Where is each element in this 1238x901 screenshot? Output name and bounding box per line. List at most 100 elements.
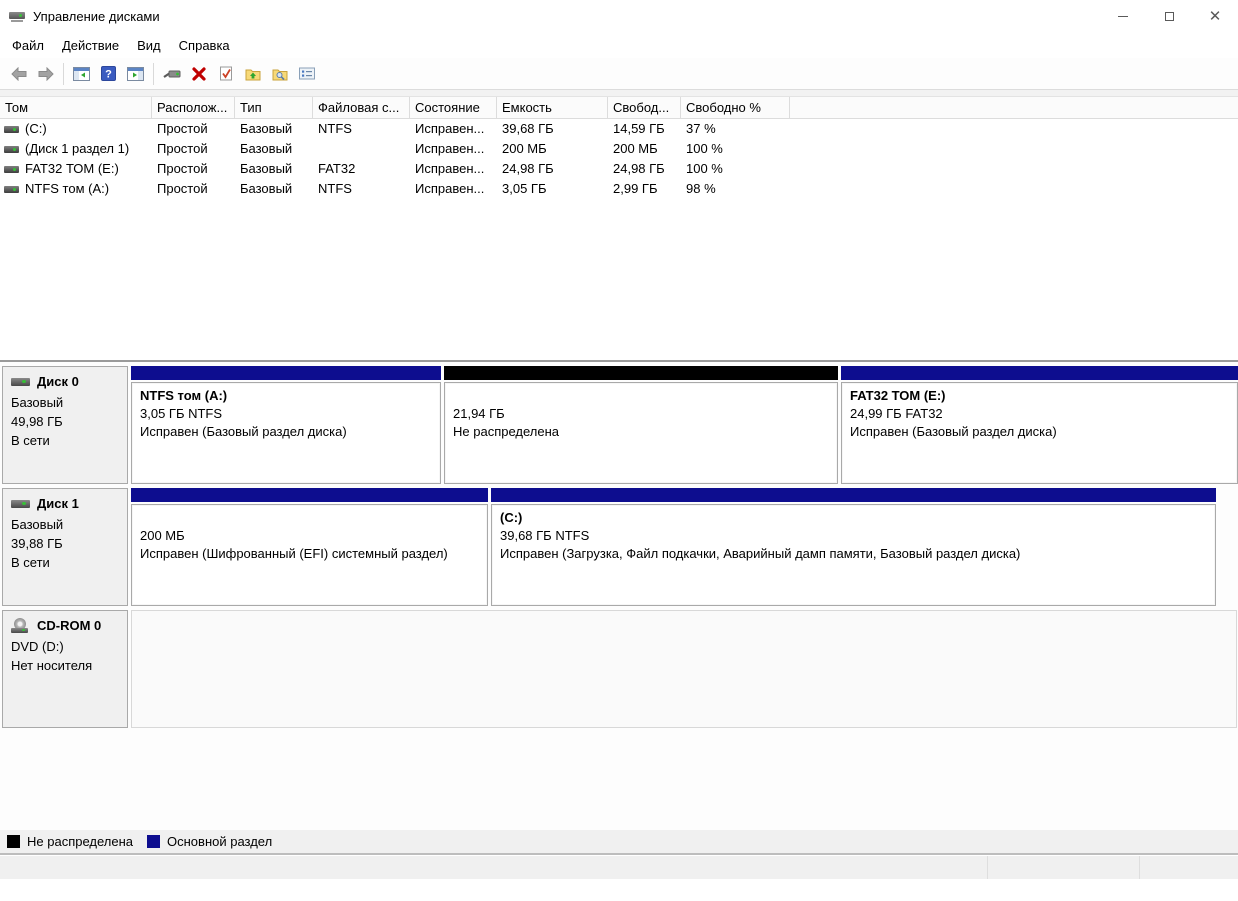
partition-body[interactable]: 200 МБ Исправен (Шифрованный (EFI) систе… xyxy=(131,504,488,606)
forward-button[interactable] xyxy=(32,61,59,86)
column-header-free[interactable]: Свобод... xyxy=(608,97,681,119)
fs-cell[interactable]: FAT32 xyxy=(313,159,410,179)
legend-bar: Не распределена Основной раздел xyxy=(0,830,1238,855)
volume-cell[interactable]: (C:) xyxy=(0,119,152,139)
show-console-tree-button[interactable] xyxy=(68,61,95,86)
partition-status: Исправен (Шифрованный (EFI) системный ра… xyxy=(140,545,479,563)
type-cell[interactable]: Базовый xyxy=(235,119,313,139)
menu-file[interactable]: Файл xyxy=(3,35,53,56)
layout-cell[interactable]: Простой xyxy=(152,159,235,179)
capacity-cell[interactable]: 200 МБ xyxy=(497,139,608,159)
volume-list-header: Том Располож... Тип Файловая с... Состоя… xyxy=(0,97,1238,119)
partition-body[interactable]: NTFS том (A:) 3,05 ГБ NTFS Исправен (Баз… xyxy=(131,382,441,484)
partition-color-bar xyxy=(491,488,1216,502)
help-icon: ? xyxy=(101,66,116,81)
check-page-button[interactable] xyxy=(212,61,239,86)
capacity-cell[interactable]: 3,05 ГБ xyxy=(497,179,608,199)
type-cell[interactable]: Базовый xyxy=(235,159,313,179)
partition-title xyxy=(453,387,829,405)
free-pct-cell[interactable]: 37 % xyxy=(681,119,790,139)
table-row[interactable]: (C:) Простой Базовый NTFS Исправен... 39… xyxy=(0,119,1238,139)
show-action-pane-button[interactable] xyxy=(122,61,149,86)
layout-cell[interactable]: Простой xyxy=(152,119,235,139)
maximize-button[interactable] xyxy=(1146,0,1192,32)
delete-volume-button[interactable] xyxy=(185,61,212,86)
status-cell[interactable]: Исправен... xyxy=(410,179,497,199)
rescan-disks-button[interactable] xyxy=(158,61,185,86)
disk-icon xyxy=(11,500,30,508)
table-row[interactable]: FAT32 ТОМ (E:) Простой Базовый FAT32 Исп… xyxy=(0,159,1238,179)
menu-view[interactable]: Вид xyxy=(128,35,170,56)
status-cell[interactable]: Исправен... xyxy=(410,159,497,179)
partition-fat32-e[interactable]: FAT32 ТОМ (E:) 24,99 ГБ FAT32 Исправен (… xyxy=(841,366,1238,484)
partition-ntfs-a[interactable]: NTFS том (A:) 3,05 ГБ NTFS Исправен (Баз… xyxy=(131,366,441,484)
close-button[interactable]: ✕ xyxy=(1192,0,1238,32)
column-header-layout[interactable]: Располож... xyxy=(152,97,235,119)
type-cell[interactable]: Базовый xyxy=(235,139,313,159)
partition-status: Исправен (Базовый раздел диска) xyxy=(140,423,432,441)
volume-name: FAT32 ТОМ (E:) xyxy=(25,159,119,179)
status-cell[interactable]: Исправен... xyxy=(410,119,497,139)
capacity-cell[interactable]: 39,68 ГБ xyxy=(497,119,608,139)
filler-cell xyxy=(790,179,1238,199)
partition-body[interactable]: FAT32 ТОМ (E:) 24,99 ГБ FAT32 Исправен (… xyxy=(841,382,1238,484)
free-pct-cell[interactable]: 98 % xyxy=(681,179,790,199)
partition-unallocated[interactable]: 21,94 ГБ Не распределена xyxy=(444,366,838,484)
column-header-fs[interactable]: Файловая с... xyxy=(313,97,410,119)
layout-cell[interactable]: Простой xyxy=(152,139,235,159)
column-header-capacity[interactable]: Емкость xyxy=(497,97,608,119)
partition-size: 21,94 ГБ xyxy=(453,405,829,423)
fs-cell[interactable]: NTFS xyxy=(313,179,410,199)
fs-cell[interactable]: NTFS xyxy=(313,119,410,139)
partition-size: 200 МБ xyxy=(140,527,479,545)
properties-button[interactable] xyxy=(293,61,320,86)
check-page-icon xyxy=(219,66,233,81)
back-button[interactable] xyxy=(5,61,32,86)
cdrom-media-area[interactable] xyxy=(131,610,1237,728)
rescan-disks-icon xyxy=(163,67,181,81)
partition-status: Исправен (Загрузка, Файл подкачки, Авари… xyxy=(500,545,1207,563)
partition-color-bar xyxy=(131,488,488,502)
volume-cell[interactable]: FAT32 ТОМ (E:) xyxy=(0,159,152,179)
status-cell[interactable]: Исправен... xyxy=(410,139,497,159)
free-cell[interactable]: 14,59 ГБ xyxy=(608,119,681,139)
delete-volume-icon xyxy=(192,67,206,81)
free-cell[interactable]: 24,98 ГБ xyxy=(608,159,681,179)
help-button[interactable]: ? xyxy=(95,61,122,86)
volume-cell[interactable]: (Диск 1 раздел 1) xyxy=(0,139,152,159)
table-row[interactable]: (Диск 1 раздел 1) Простой Базовый Исправ… xyxy=(0,139,1238,159)
column-header-volume[interactable]: Том xyxy=(0,97,152,119)
layout-cell[interactable]: Простой xyxy=(152,179,235,199)
legend-item-primary: Основной раздел xyxy=(147,834,272,849)
partition-efi[interactable]: 200 МБ Исправен (Шифрованный (EFI) систе… xyxy=(131,488,488,606)
table-row[interactable]: NTFS том (A:) Простой Базовый NTFS Испра… xyxy=(0,179,1238,199)
disk-0-panel[interactable]: Диск 0 Базовый 49,98 ГБ В сети xyxy=(2,366,128,484)
free-pct-cell[interactable]: 100 % xyxy=(681,159,790,179)
pane-strip xyxy=(0,90,1238,97)
column-header-free-pct[interactable]: Свободно % xyxy=(681,97,790,119)
partition-body[interactable]: (C:) 39,68 ГБ NTFS Исправен (Загрузка, Ф… xyxy=(491,504,1216,606)
partition-c[interactable]: (C:) 39,68 ГБ NTFS Исправен (Загрузка, Ф… xyxy=(491,488,1216,606)
free-cell[interactable]: 2,99 ГБ xyxy=(608,179,681,199)
menu-action[interactable]: Действие xyxy=(53,35,128,56)
disk-1-row: Диск 1 Базовый 39,88 ГБ В сети 200 МБ Ис… xyxy=(2,488,1237,606)
partition-title: FAT32 ТОМ (E:) xyxy=(850,387,1229,405)
volume-list: Том Располож... Тип Файловая с... Состоя… xyxy=(0,97,1238,360)
partition-body[interactable]: 21,94 ГБ Не распределена xyxy=(444,382,838,484)
column-header-type[interactable]: Тип xyxy=(235,97,313,119)
menu-help[interactable]: Справка xyxy=(170,35,239,56)
fs-cell[interactable] xyxy=(313,139,410,159)
folder-search-button[interactable] xyxy=(266,61,293,86)
toolbar-separator xyxy=(153,63,154,85)
disk-1-panel[interactable]: Диск 1 Базовый 39,88 ГБ В сети xyxy=(2,488,128,606)
primary-partition-color-swatch xyxy=(147,835,160,848)
folder-up-button[interactable] xyxy=(239,61,266,86)
capacity-cell[interactable]: 24,98 ГБ xyxy=(497,159,608,179)
cdrom-0-panel[interactable]: CD-ROM 0 DVD (D:) Нет носителя xyxy=(2,610,128,728)
free-pct-cell[interactable]: 100 % xyxy=(681,139,790,159)
free-cell[interactable]: 200 МБ xyxy=(608,139,681,159)
type-cell[interactable]: Базовый xyxy=(235,179,313,199)
volume-cell[interactable]: NTFS том (A:) xyxy=(0,179,152,199)
column-header-status[interactable]: Состояние xyxy=(410,97,497,119)
minimize-button[interactable] xyxy=(1100,0,1146,32)
